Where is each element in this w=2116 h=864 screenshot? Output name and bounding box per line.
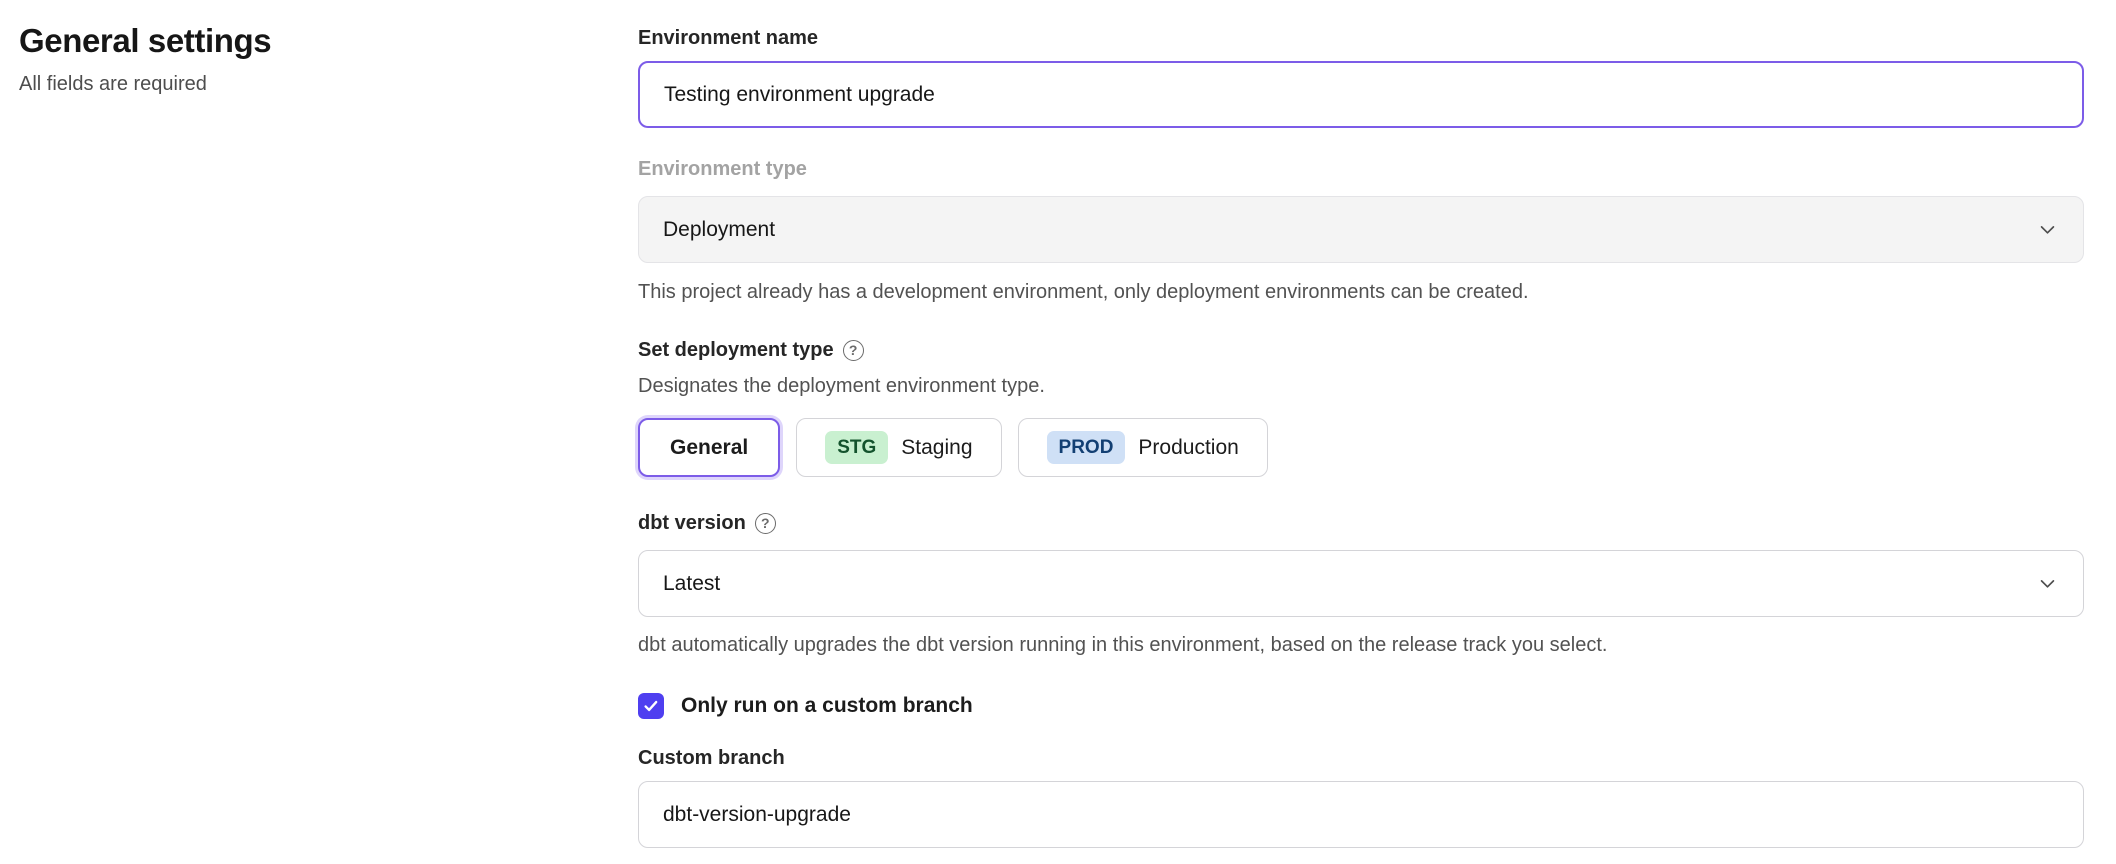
page-subtitle: All fields are required: [19, 73, 638, 96]
dbt-version-select[interactable]: Latest: [638, 550, 2084, 617]
settings-page: General settings All fields are required…: [0, 0, 2116, 848]
option-label: Production: [1138, 436, 1238, 460]
staging-badge: STG: [825, 431, 888, 464]
help-icon[interactable]: ?: [843, 340, 864, 361]
custom-branch-checkbox[interactable]: [638, 693, 664, 719]
dbt-version-label-text: dbt version: [638, 509, 746, 537]
deployment-type-helper: Designates the deployment environment ty…: [638, 373, 2084, 400]
help-icon[interactable]: ?: [755, 513, 776, 534]
environment-name-field: Environment name: [638, 24, 2084, 128]
environment-type-value: Deployment: [663, 218, 775, 242]
production-badge: PROD: [1047, 431, 1126, 464]
custom-branch-field: Custom branch: [638, 744, 2084, 848]
deployment-type-option-general[interactable]: General: [638, 418, 780, 477]
check-icon: [642, 697, 660, 715]
deployment-type-options: General STG Staging PROD Production: [638, 418, 2084, 477]
dbt-version-label: dbt version ?: [638, 509, 2084, 537]
environment-type-helper: This project already has a development e…: [638, 279, 2084, 306]
custom-branch-checkbox-label[interactable]: Only run on a custom branch: [681, 694, 973, 718]
deployment-type-option-production[interactable]: PROD Production: [1018, 418, 1268, 477]
environment-name-label: Environment name: [638, 24, 2084, 52]
deployment-type-label-text: Set deployment type: [638, 336, 834, 364]
chevron-down-icon: [2038, 574, 2057, 593]
environment-type-select: Deployment: [638, 196, 2084, 263]
deployment-type-field: Set deployment type ? Designates the dep…: [638, 336, 2084, 477]
option-label: General: [670, 436, 748, 460]
custom-branch-input[interactable]: [638, 781, 2084, 848]
environment-form: Environment name Environment type Deploy…: [638, 22, 2084, 848]
environment-name-input[interactable]: [638, 61, 2084, 128]
option-label: Staging: [901, 436, 972, 460]
page-header: General settings All fields are required: [19, 22, 638, 848]
custom-branch-checkbox-row: Only run on a custom branch: [638, 693, 2084, 719]
dbt-version-field: dbt version ? Latest dbt automatically u…: [638, 509, 2084, 659]
deployment-type-option-staging[interactable]: STG Staging: [796, 418, 1001, 477]
environment-type-label: Environment type: [638, 155, 2084, 183]
deployment-type-label: Set deployment type ?: [638, 336, 2084, 364]
dbt-version-helper: dbt automatically upgrades the dbt versi…: [638, 632, 2084, 659]
chevron-down-icon: [2038, 220, 2057, 239]
environment-type-field: Environment type Deployment This project…: [638, 155, 2084, 306]
page-title: General settings: [19, 22, 638, 60]
dbt-version-value: Latest: [663, 572, 720, 596]
custom-branch-label: Custom branch: [638, 744, 2084, 772]
